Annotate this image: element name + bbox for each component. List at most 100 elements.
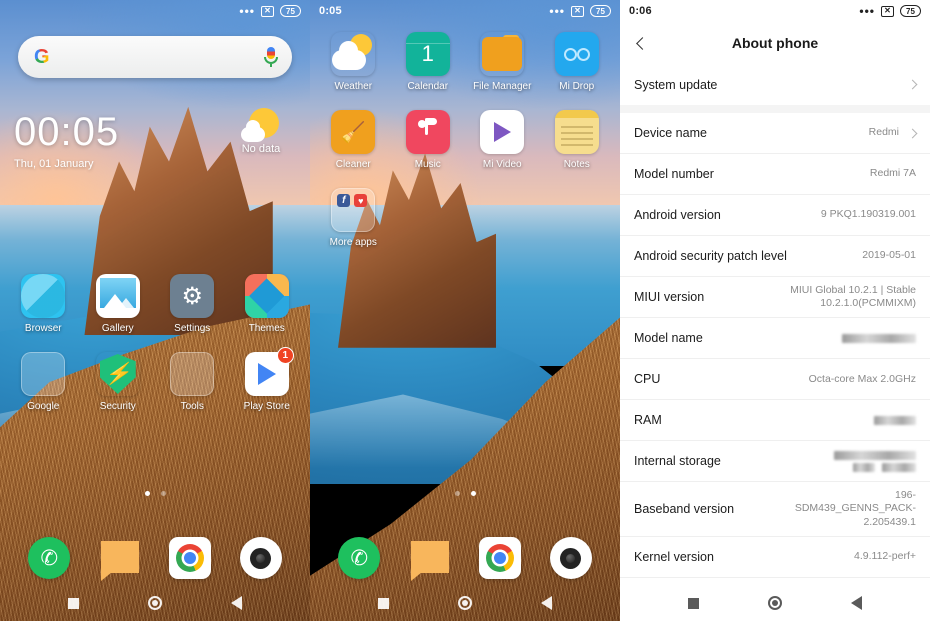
row-internal-storage[interactable]: Internal storage (620, 441, 930, 483)
phone-icon[interactable]: ✆ (338, 537, 381, 579)
app-music[interactable]: Music (391, 110, 466, 170)
gallery-icon (95, 274, 140, 318)
redacted-value (834, 450, 916, 472)
weather-widget[interactable]: No data (228, 108, 294, 155)
calendar-icon: 1 (405, 32, 450, 76)
row-model-name[interactable]: Model name (620, 318, 930, 360)
music-icon (405, 110, 450, 154)
row-key: CPU (634, 372, 661, 387)
app-mi-video[interactable]: Mi Video (465, 110, 540, 170)
screenshot-stage: ••• ✕ 75 G 00:05 Thu, 01 January No data (0, 0, 930, 621)
play-store-icon: 1 (244, 347, 294, 396)
app-label: File Manager (473, 81, 532, 92)
row-device-name[interactable]: Device name Redmi (620, 113, 930, 154)
row-ram[interactable]: RAM (620, 400, 930, 442)
app-security[interactable]: ⚡ Security (81, 352, 156, 412)
camera-icon[interactable] (239, 537, 282, 579)
row-baseband-version[interactable]: Baseband version 196- SDM439_GENNS_PACK-… (620, 482, 930, 537)
app-notes[interactable]: Notes (540, 110, 615, 170)
app-file-manager[interactable]: File Manager (465, 32, 540, 92)
chrome-icon[interactable] (169, 537, 212, 579)
app-browser[interactable]: Browser (6, 274, 81, 334)
app-label: Weather (334, 81, 373, 92)
row-android-version[interactable]: Android version 9 PKQ1.190319.001 (620, 195, 930, 236)
security-shield-icon: ⚡ (96, 352, 140, 396)
row-key: System update (634, 77, 718, 92)
chrome-icon[interactable] (479, 537, 522, 579)
page-dot[interactable] (454, 491, 460, 496)
message-icon[interactable] (99, 537, 141, 581)
app-calendar[interactable]: 1 Calendar (391, 32, 466, 92)
cleaner-icon: 🧹 (331, 110, 376, 154)
app-label: Themes (248, 323, 285, 334)
row-system-update[interactable]: System update (620, 64, 930, 105)
recents-icon[interactable] (688, 597, 700, 609)
sun-cloud-icon (241, 108, 281, 142)
app-themes[interactable]: Themes (230, 274, 305, 334)
dock: ✆ (310, 537, 620, 581)
page-indicator[interactable] (310, 491, 620, 496)
app-label: Mi Video (482, 159, 522, 170)
page-indicator[interactable] (0, 491, 310, 496)
app-label: Music (414, 159, 441, 170)
row-android-security-patch-level[interactable]: Android security patch level 2019-05-01 (620, 236, 930, 277)
app-grid-row-3: f ♥ More apps (310, 188, 620, 248)
row-key: Android version (634, 208, 721, 222)
app-label: Cleaner (335, 159, 371, 170)
recents-icon[interactable] (378, 597, 390, 609)
row-key: MIUI version (634, 290, 705, 305)
page-dot[interactable] (160, 491, 166, 496)
app-label: Settings (174, 323, 211, 334)
app-cleaner[interactable]: 🧹 Cleaner (316, 110, 391, 170)
status-bar: ••• ✕ 75 (0, 0, 310, 22)
home-icon[interactable] (767, 596, 782, 610)
row-value: MIUI Global 10.2.1 | Stable 10.2.1.0(PCM… (790, 284, 916, 310)
home-icon[interactable] (147, 596, 162, 610)
weather-status-text: No data (241, 143, 281, 155)
app-grid-row-2: 🧹 Cleaner Music Mi Video Notes (310, 110, 620, 170)
clock-date: Thu, 01 January (14, 158, 94, 170)
app-label: Notes (563, 159, 590, 170)
row-cpu[interactable]: CPU Octa-core Max 2.0GHz (620, 359, 930, 401)
row-value: Redmi 7A (869, 167, 916, 180)
more-apps-folder-icon: f ♥ (331, 188, 376, 232)
navigation-bar (310, 585, 620, 621)
status-time: 0:05 (319, 5, 342, 17)
app-weather[interactable]: Weather (316, 32, 391, 92)
row-miui-version[interactable]: MIUI version MIUI Global 10.2.1 | Stable… (620, 277, 930, 319)
app-play-store[interactable]: 1 Play Store (230, 347, 305, 412)
phone-icon[interactable]: ✆ (28, 537, 71, 579)
page-dot[interactable] (470, 491, 476, 496)
more-dots-icon: ••• (239, 4, 255, 18)
page-dot[interactable] (144, 491, 150, 496)
mic-icon[interactable] (264, 47, 278, 67)
battery-icon: 75 (280, 5, 301, 17)
battery-icon: 75 (900, 5, 921, 17)
camera-icon[interactable] (549, 537, 592, 579)
google-search-bar[interactable]: G (18, 36, 292, 78)
row-value: 196- SDM439_GENNS_PACK- 2.205439.1 (794, 489, 916, 528)
app-folder-google[interactable]: Google (6, 352, 81, 412)
back-icon[interactable] (850, 596, 862, 610)
message-icon[interactable] (409, 537, 451, 581)
row-key: Device name (634, 126, 707, 140)
app-gallery[interactable]: Gallery (81, 274, 156, 334)
app-mi-drop[interactable]: Mi Drop (540, 32, 615, 92)
navigation-bar (0, 585, 310, 621)
back-icon[interactable] (540, 596, 552, 610)
recents-icon[interactable] (68, 597, 80, 609)
app-grid-row-1: Weather 1 Calendar File Manager Mi Drop (310, 32, 620, 92)
app-grid-row-2: Google ⚡ Security Tools 1 Play Store (0, 347, 310, 412)
row-kernel-version[interactable]: Kernel version 4.9.112-perf+ (620, 537, 930, 578)
row-key: Model number (634, 167, 714, 181)
row-model-number[interactable]: Model number Redmi 7A (620, 154, 930, 195)
app-folder-tools[interactable]: Tools (155, 352, 230, 412)
back-chevron-icon[interactable] (620, 22, 664, 64)
settings-gear-icon: ⚙ (170, 274, 215, 318)
tools-folder-icon (170, 352, 215, 396)
app-folder-more-apps[interactable]: f ♥ More apps (316, 188, 391, 248)
themes-icon (244, 274, 289, 318)
app-settings[interactable]: ⚙ Settings (155, 274, 230, 334)
back-icon[interactable] (230, 596, 242, 610)
home-icon[interactable] (457, 596, 472, 610)
